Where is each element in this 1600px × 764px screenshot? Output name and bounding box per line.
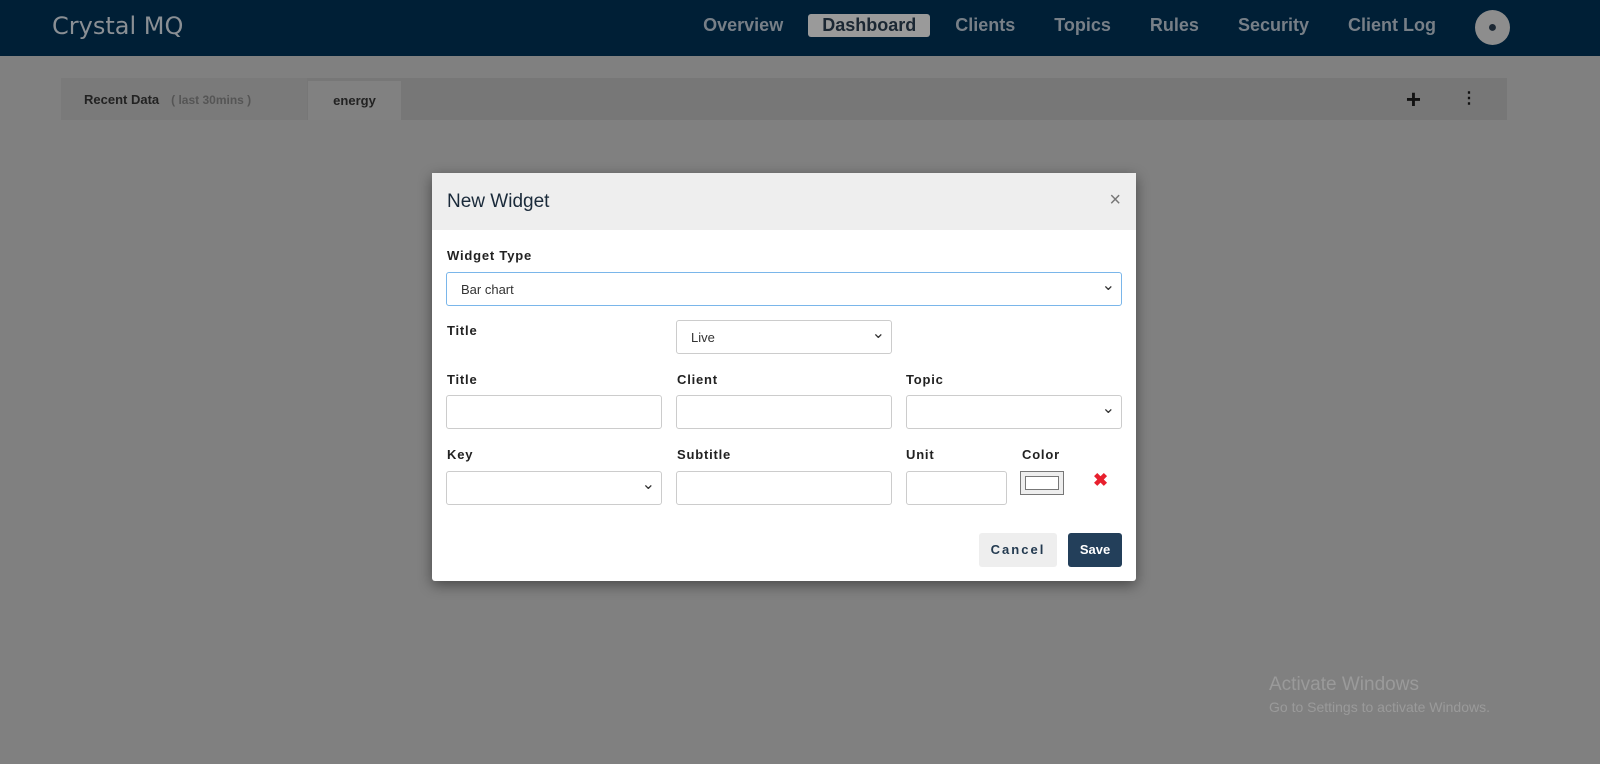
nav-dashboard[interactable]: Dashboard bbox=[808, 14, 931, 37]
color-picker[interactable] bbox=[1020, 471, 1064, 495]
subtitle-label: Subtitle bbox=[677, 447, 732, 462]
dashboard-tabs: Recent Data ( last 30mins ) energy + ⋮ bbox=[61, 78, 1507, 120]
modal-title: New Widget bbox=[447, 191, 550, 212]
key-label: Key bbox=[447, 447, 474, 462]
client-input[interactable] bbox=[676, 395, 892, 429]
mode-value: Live bbox=[691, 330, 715, 345]
nav-overview[interactable]: Overview bbox=[689, 14, 797, 37]
new-widget-modal: New Widget × Widget Type Bar chart Title… bbox=[432, 173, 1136, 581]
key-select[interactable] bbox=[446, 471, 662, 505]
nav-topics[interactable]: Topics bbox=[1040, 14, 1125, 37]
watermark-title: Activate Windows bbox=[1269, 674, 1419, 695]
save-button[interactable]: Save bbox=[1068, 533, 1122, 567]
widget-type-label: Widget Type bbox=[447, 248, 532, 263]
client-label: Client bbox=[677, 372, 718, 387]
watermark-subtitle: Go to Settings to activate Windows. bbox=[1269, 699, 1490, 715]
more-menu-icon[interactable]: ⋮ bbox=[1461, 88, 1477, 108]
tab-energy[interactable]: energy bbox=[308, 81, 401, 120]
tab-recent-label: Recent Data bbox=[84, 92, 160, 107]
add-tab-icon[interactable]: + bbox=[1406, 84, 1421, 115]
windows-watermark: Activate Windows Go to Settings to activ… bbox=[1269, 674, 1490, 715]
title-label: Title bbox=[447, 323, 478, 338]
nav-security[interactable]: Security bbox=[1224, 14, 1323, 37]
title-field-label: Title bbox=[447, 372, 478, 387]
subtitle-input[interactable] bbox=[676, 471, 892, 505]
delete-row-icon[interactable]: ✖ bbox=[1093, 470, 1108, 491]
title-input[interactable] bbox=[446, 395, 662, 429]
unit-label: Unit bbox=[906, 447, 935, 462]
widget-type-select[interactable]: Bar chart bbox=[446, 272, 1122, 306]
cancel-button[interactable]: Cancel bbox=[979, 533, 1057, 567]
logo[interactable]: Crystal MQ bbox=[52, 12, 183, 40]
nav-client-log[interactable]: Client Log bbox=[1334, 14, 1450, 37]
mode-select[interactable]: Live bbox=[676, 320, 892, 354]
tab-recent-data[interactable]: Recent Data ( last 30mins ) bbox=[61, 78, 307, 120]
nav-rules[interactable]: Rules bbox=[1136, 14, 1213, 37]
unit-input[interactable] bbox=[906, 471, 1007, 505]
topic-label: Topic bbox=[906, 372, 944, 387]
top-navbar: Crystal MQ Overview Dashboard Clients To… bbox=[0, 0, 1600, 56]
close-icon[interactable]: × bbox=[1109, 189, 1121, 212]
tab-recent-sub: ( last 30mins ) bbox=[171, 93, 252, 107]
topic-select[interactable] bbox=[906, 395, 1122, 429]
color-label: Color bbox=[1022, 447, 1060, 462]
widget-type-value: Bar chart bbox=[461, 282, 514, 297]
nav-clients[interactable]: Clients bbox=[941, 14, 1029, 37]
user-avatar-icon[interactable]: ● bbox=[1475, 10, 1510, 45]
